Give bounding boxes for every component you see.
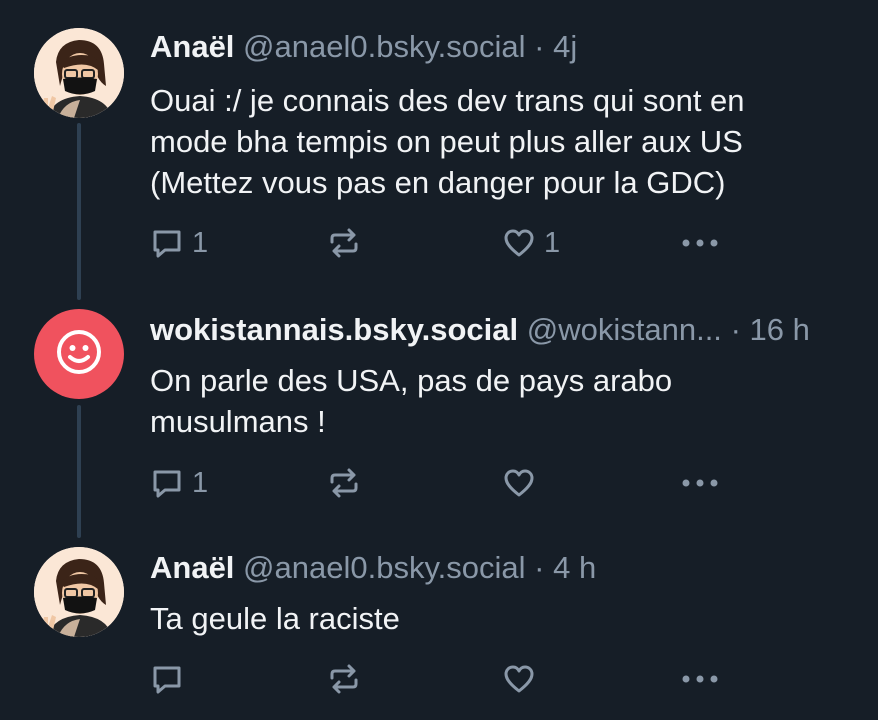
separator: ·	[534, 550, 545, 585]
avatar[interactable]	[34, 547, 124, 637]
post-header: wokistannais.bsky.social @wokistann... ·…	[150, 312, 810, 348]
reply-icon	[150, 662, 184, 696]
reply-button[interactable]	[150, 659, 192, 699]
reply-icon	[150, 226, 184, 260]
more-options-button[interactable]	[680, 463, 720, 503]
reply-count: 1	[192, 226, 209, 259]
more-options-button[interactable]	[680, 223, 720, 263]
reply-button[interactable]: 1	[150, 463, 208, 503]
post-text-line: Ouai :/ je connais des dev trans qui son…	[150, 83, 745, 118]
like-count: 1	[544, 226, 561, 259]
thread-feed: Anaël @anael0.bsky.social · 4j Ouai :/ j…	[0, 0, 878, 720]
post[interactable]: Anaël @anael0.bsky.social · 4j Ouai :/ j…	[0, 0, 878, 300]
like-icon	[502, 226, 536, 260]
like-button[interactable]	[502, 463, 544, 503]
repost-icon	[327, 662, 361, 696]
timestamp[interactable]: 16 h	[750, 312, 810, 347]
avatar[interactable]	[34, 28, 124, 118]
repost-button[interactable]	[327, 659, 361, 699]
like-button[interactable]: 1	[502, 223, 560, 263]
like-icon	[502, 466, 536, 500]
post[interactable]: wokistannais.bsky.social @wokistann... ·…	[0, 300, 878, 540]
author-handle[interactable]: @wokistann...	[527, 312, 722, 347]
post-header: Anaël @anael0.bsky.social · 4 h	[150, 550, 596, 586]
post-text-line: Ta geule la raciste	[150, 601, 400, 636]
timestamp[interactable]: 4 h	[553, 550, 596, 585]
post-text-line: musulmans !	[150, 404, 326, 439]
more-icon	[680, 226, 720, 260]
more-options-button[interactable]	[680, 659, 720, 699]
author-handle[interactable]: @anael0.bsky.social	[243, 29, 525, 64]
post-text-line: (Mettez vous pas en danger pour la GDC)	[150, 165, 726, 200]
post-text-line: mode bha tempis on peut plus aller aux U…	[150, 124, 743, 159]
reply-icon	[150, 466, 184, 500]
repost-button[interactable]	[327, 223, 361, 263]
more-icon	[680, 662, 720, 696]
post-actions: 1 1	[150, 223, 750, 263]
author-name[interactable]: Anaël	[150, 29, 234, 64]
avatar[interactable]	[34, 309, 124, 399]
separator: ·	[534, 29, 545, 64]
repost-button[interactable]	[327, 463, 361, 503]
post-actions: 1	[150, 463, 750, 503]
post[interactable]: Anaël @anael0.bsky.social · 4 h Ta geule…	[0, 540, 878, 720]
reply-button[interactable]: 1	[150, 223, 208, 263]
post-text: On parle des USA, pas de pays arabo musu…	[150, 360, 840, 442]
author-name[interactable]: wokistannais.bsky.social	[150, 312, 518, 347]
separator: ·	[730, 312, 741, 347]
repost-icon	[327, 466, 361, 500]
timestamp[interactable]: 4j	[553, 29, 577, 64]
more-icon	[680, 466, 720, 500]
post-actions	[150, 659, 750, 699]
like-button[interactable]	[502, 659, 544, 699]
smiley-avatar-icon	[55, 328, 103, 381]
reply-count: 1	[192, 466, 209, 499]
post-text: Ta geule la raciste	[150, 598, 840, 639]
repost-icon	[327, 226, 361, 260]
post-header: Anaël @anael0.bsky.social · 4j	[150, 29, 577, 65]
author-handle[interactable]: @anael0.bsky.social	[243, 550, 525, 585]
like-icon	[502, 662, 536, 696]
author-name[interactable]: Anaël	[150, 550, 234, 585]
post-text-line: On parle des USA, pas de pays arabo	[150, 363, 673, 398]
post-text: Ouai :/ je connais des dev trans qui son…	[150, 80, 840, 203]
